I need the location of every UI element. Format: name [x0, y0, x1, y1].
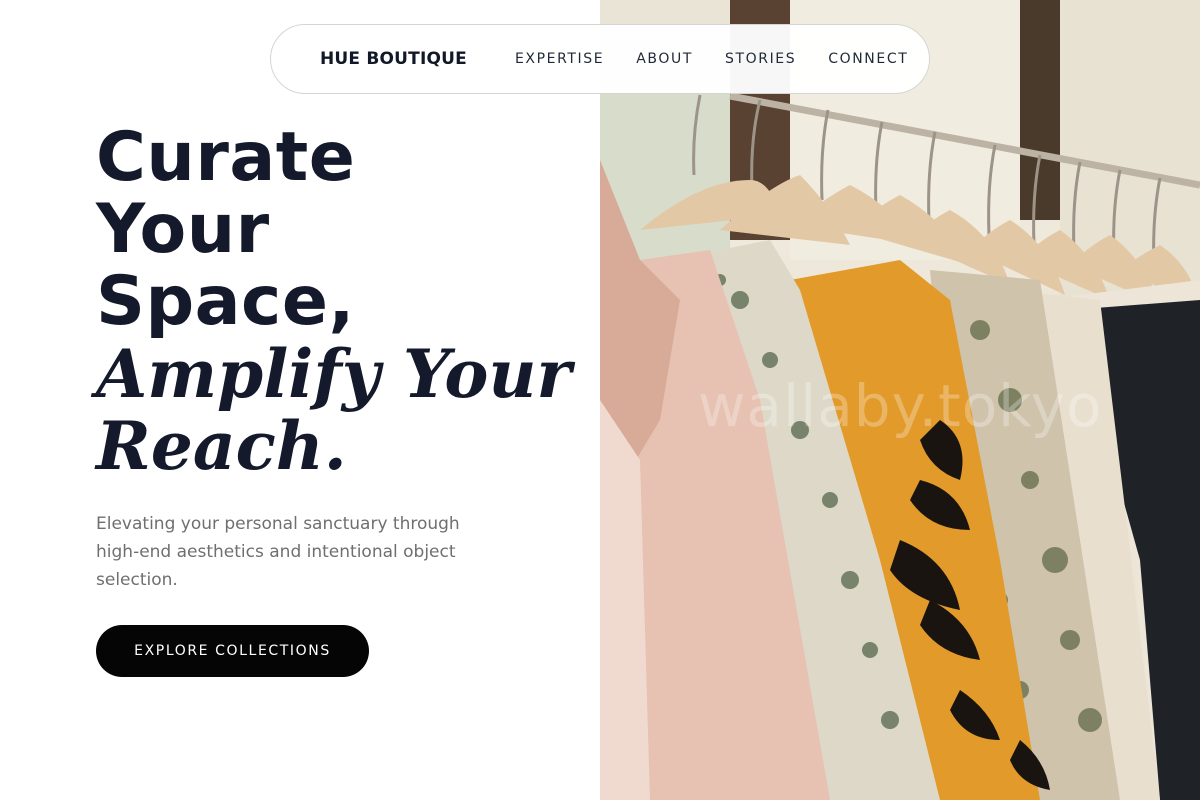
headline-line-3: Space, — [96, 262, 355, 341]
brand-logo[interactable]: HUE BOUTIQUE — [320, 49, 467, 69]
clothing-rack-illustration — [600, 0, 1200, 800]
hero-image: wallaby.tokyo — [600, 0, 1200, 800]
hero-subtext: Elevating your personal sanctuary throug… — [96, 514, 460, 590]
headline-italic-line-2: Reach. — [96, 407, 347, 485]
hero-headline: Curate Your Space, Amplify Your Reach. — [96, 118, 576, 485]
nav-link-about[interactable]: ABOUT — [636, 51, 693, 67]
nav-link-connect[interactable]: CONNECT — [828, 51, 908, 67]
explore-collections-button[interactable]: EXPLORE COLLECTIONS — [96, 625, 369, 677]
headline-line-1: Curate — [96, 118, 356, 197]
top-navigation: HUE BOUTIQUE EXPERTISE ABOUT STORIES CON… — [270, 24, 930, 94]
headline-italic-line-1: Amplify Your — [96, 335, 572, 413]
headline-line-2: Your — [96, 190, 270, 269]
nav-link-stories[interactable]: STORIES — [725, 51, 796, 67]
nav-link-expertise[interactable]: EXPERTISE — [515, 51, 604, 67]
